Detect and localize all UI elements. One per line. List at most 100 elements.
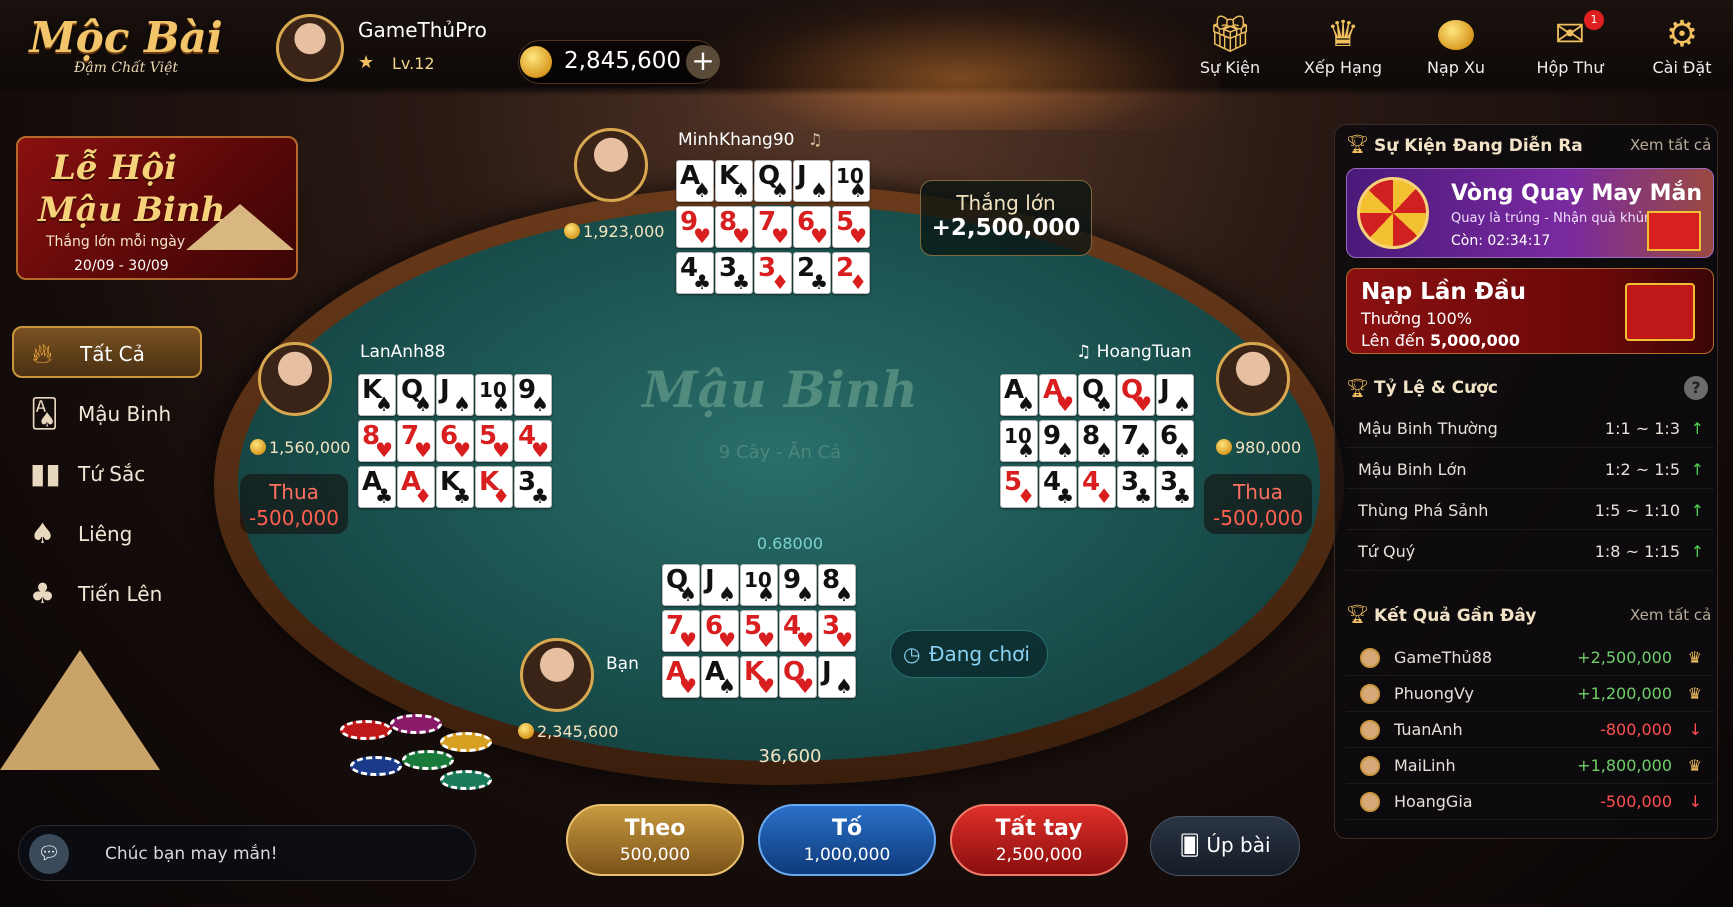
- playing-card[interactable]: 7 ♥: [662, 610, 700, 652]
- playing-card[interactable]: 6 ♥: [436, 420, 474, 462]
- playing-card[interactable]: 9 ♠: [779, 564, 817, 606]
- playing-card[interactable]: Q ♠: [397, 374, 435, 416]
- hand-right[interactable]: A ♠ A ♥ Q ♠ Q ♥ J ♠ 10 ♠ 9 ♠ 8 ♠ 7 ♠ 6 ♠ 5 ♦ 4 ♣ 4 ♦ 3 ♣ 3 ♣: [1000, 374, 1194, 508]
- headset-icon: ♫: [1076, 342, 1097, 362]
- playing-card[interactable]: 3 ♣: [514, 466, 552, 508]
- call-button[interactable]: Theo 500,000: [566, 804, 744, 876]
- nav-mailbox[interactable]: ✉ Hộp Thư: [1520, 12, 1620, 88]
- playing-card[interactable]: 9 ♥: [676, 206, 714, 248]
- playing-card[interactable]: 4 ♥: [514, 420, 552, 462]
- playing-card[interactable]: 3 ♣: [1156, 466, 1194, 508]
- playing-card[interactable]: J ♠: [436, 374, 474, 416]
- playing-card[interactable]: 8 ♠: [818, 564, 856, 606]
- sidebar-item-tu-sac[interactable]: ▮▮ Tứ Sắc: [12, 448, 202, 500]
- nav-events[interactable]: 🎁︎ Sự Kiện: [1180, 12, 1280, 88]
- results-see-all[interactable]: Xem tất cả: [1630, 606, 1711, 624]
- playing-card[interactable]: 3 ♦: [754, 252, 792, 294]
- opponent-avatar[interactable]: [1216, 342, 1290, 416]
- nav-settings[interactable]: ⚙ Cài Đặt: [1632, 12, 1732, 88]
- playing-card[interactable]: K ♦: [475, 466, 513, 508]
- help-icon[interactable]: ?: [1684, 376, 1708, 400]
- playing-card[interactable]: K ♠: [715, 160, 753, 202]
- hand-me[interactable]: Q ♠ J ♠ 10 ♠ 9 ♠ 8 ♠ 7 ♥ 6 ♥ 5 ♥ 4 ♥ 3 ♥ A ♥ A ♠ K ♥ Q ♥ J ♠: [662, 564, 856, 698]
- playing-card[interactable]: 8 ♥: [358, 420, 396, 462]
- playing-card[interactable]: K ♥: [740, 656, 778, 698]
- lucky-wheel-event[interactable]: Vòng Quay May Mắn Quay là trúng - Nhận q…: [1346, 168, 1714, 258]
- playing-card[interactable]: 7 ♠: [1117, 420, 1155, 462]
- playing-card[interactable]: 4 ♦: [1078, 466, 1116, 508]
- playing-card[interactable]: Q ♥: [779, 656, 817, 698]
- chat-bar[interactable]: 💬︎ Chúc bạn may mắn!: [18, 825, 476, 881]
- playing-card[interactable]: 5 ♦: [1000, 466, 1038, 508]
- festival-banner[interactable]: Lễ Hội Mậu Binh Thắng lớn mỗi ngày 20/09…: [16, 136, 298, 280]
- fold-button[interactable]: 🂠 Úp bài: [1150, 816, 1300, 876]
- sidebar-item-tien-len[interactable]: ♣ Tiến Lên: [12, 568, 202, 620]
- playing-card[interactable]: 3 ♣: [715, 252, 753, 294]
- hand-top[interactable]: A ♠ K ♠ Q ♠ J ♠ 10 ♠ 9 ♥ 8 ♥ 7 ♥ 6 ♥ 5 ♥ 4 ♣ 3 ♣ 3 ♦ 2 ♣ 2 ♦: [676, 160, 870, 294]
- nav-topup[interactable]: Nạp Xu: [1406, 12, 1506, 88]
- playing-card[interactable]: 6 ♠: [1156, 420, 1194, 462]
- opponent-avatar[interactable]: [574, 128, 648, 202]
- result-amount: +2,500,000: [931, 215, 1081, 241]
- add-coins-button[interactable]: +: [686, 45, 720, 79]
- playing-card[interactable]: A ♥: [1039, 374, 1077, 416]
- playing-card[interactable]: 5 ♥: [832, 206, 870, 248]
- playing-card[interactable]: 6 ♥: [793, 206, 831, 248]
- playing-card[interactable]: K ♣: [436, 466, 474, 508]
- playing-card[interactable]: 10 ♠: [740, 564, 778, 606]
- playing-card[interactable]: A ♦: [397, 466, 435, 508]
- playing-card[interactable]: 8 ♥: [715, 206, 753, 248]
- playing-card[interactable]: J ♠: [1156, 374, 1194, 416]
- player-name-text: HoangTuan: [1096, 342, 1192, 362]
- playing-card[interactable]: 10 ♠: [1000, 420, 1038, 462]
- sidebar-item-all[interactable]: 🔥︎ Tất Cả: [12, 326, 202, 378]
- playing-card[interactable]: 9 ♠: [514, 374, 552, 416]
- my-avatar[interactable]: [520, 638, 594, 712]
- result-label: Thua: [1233, 480, 1283, 504]
- playing-card[interactable]: 3 ♥: [818, 610, 856, 652]
- playing-card[interactable]: Q ♠: [754, 160, 792, 202]
- player-avatar[interactable]: [276, 14, 344, 82]
- playing-card[interactable]: A ♠: [1000, 374, 1038, 416]
- chat-bubble-icon[interactable]: 💬︎: [29, 834, 69, 874]
- playing-card[interactable]: Q ♠: [662, 564, 700, 606]
- playing-card[interactable]: 2 ♣: [793, 252, 831, 294]
- playing-card[interactable]: Q ♠: [1078, 374, 1116, 416]
- playing-card[interactable]: 10 ♠: [832, 160, 870, 202]
- sidebar-item-lieng[interactable]: ♠ Liêng: [12, 508, 202, 560]
- playing-card[interactable]: J ♠: [818, 656, 856, 698]
- playing-card[interactable]: 10 ♠: [475, 374, 513, 416]
- playing-card[interactable]: 8 ♠: [1078, 420, 1116, 462]
- opponent-avatar[interactable]: [258, 342, 332, 416]
- playing-card[interactable]: 9 ♠: [1039, 420, 1077, 462]
- raise-button[interactable]: Tố 1,000,000: [758, 804, 936, 876]
- playing-card[interactable]: 7 ♥: [397, 420, 435, 462]
- playing-card[interactable]: 3 ♣: [1117, 466, 1155, 508]
- wheel-timer: Còn: 02:34:17: [1451, 233, 1551, 249]
- sidebar-item-mau-binh[interactable]: 🂡 Mậu Binh: [12, 388, 202, 440]
- playing-card[interactable]: K ♠: [358, 374, 396, 416]
- odds-ratio: 1:5 ~ 1:10: [1594, 501, 1680, 520]
- playing-card[interactable]: 2 ♦: [832, 252, 870, 294]
- playing-card[interactable]: 7 ♥: [754, 206, 792, 248]
- playing-card[interactable]: Q ♥: [1117, 374, 1155, 416]
- playing-card[interactable]: 4 ♥: [779, 610, 817, 652]
- all-in-button[interactable]: Tất tay 2,500,000: [950, 804, 1128, 876]
- first-topup-event[interactable]: Nạp Lần Đầu Thưởng 100% Lên đến 5,000,00…: [1346, 268, 1714, 354]
- playing-card[interactable]: A ♣: [358, 466, 396, 508]
- nav-label: Xếp Hạng: [1303, 58, 1383, 77]
- playing-card[interactable]: 4 ♣: [676, 252, 714, 294]
- playing-card[interactable]: 5 ♥: [475, 420, 513, 462]
- events-see-all[interactable]: Xem tất cả: [1630, 136, 1711, 154]
- playing-card[interactable]: A ♠: [676, 160, 714, 202]
- playing-card[interactable]: A ♠: [701, 656, 739, 698]
- playing-card[interactable]: J ♠: [701, 564, 739, 606]
- playing-card[interactable]: 4 ♣: [1039, 466, 1077, 508]
- hand-left[interactable]: K ♠ Q ♠ J ♠ 10 ♠ 9 ♠ 8 ♥ 7 ♥ 6 ♥ 5 ♥ 4 ♥ A ♣ A ♦ K ♣ K ♦ 3 ♣: [358, 374, 552, 508]
- chat-input[interactable]: Chúc bạn may mắn!: [105, 844, 278, 864]
- playing-card[interactable]: 6 ♥: [701, 610, 739, 652]
- playing-card[interactable]: 5 ♥: [740, 610, 778, 652]
- playing-card[interactable]: J ♠: [793, 160, 831, 202]
- nav-ranking[interactable]: ♛ Xếp Hạng: [1293, 12, 1393, 88]
- playing-card[interactable]: A ♥: [662, 656, 700, 698]
